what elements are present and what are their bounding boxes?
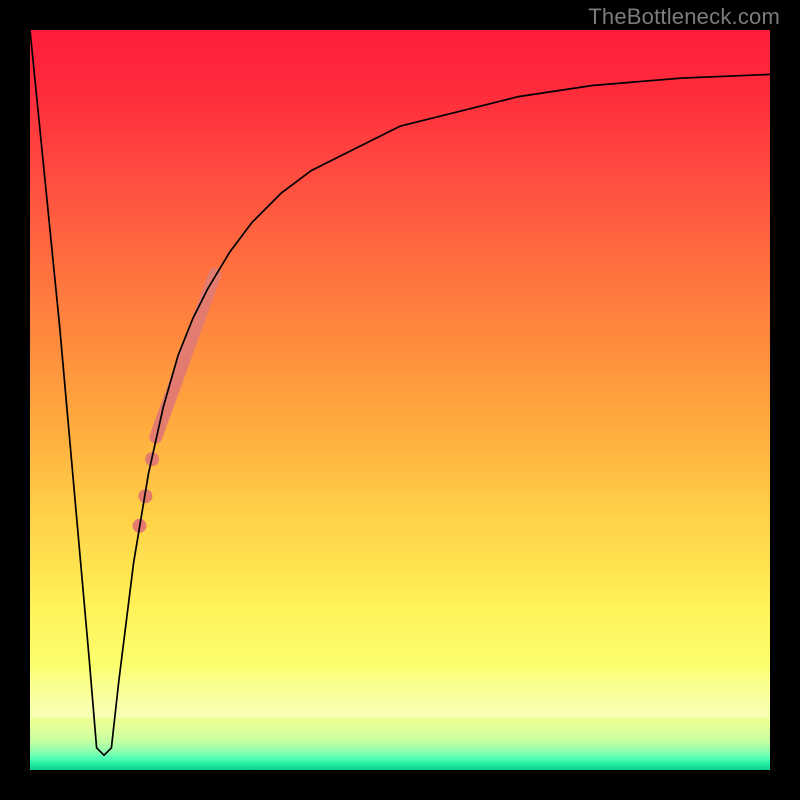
highlight-segment bbox=[156, 274, 215, 437]
plot-area bbox=[30, 30, 770, 770]
watermark-text: TheBottleneck.com bbox=[588, 4, 780, 30]
chart-frame: TheBottleneck.com bbox=[0, 0, 800, 800]
curve-layer bbox=[30, 30, 770, 770]
bottleneck-curve bbox=[30, 30, 770, 755]
